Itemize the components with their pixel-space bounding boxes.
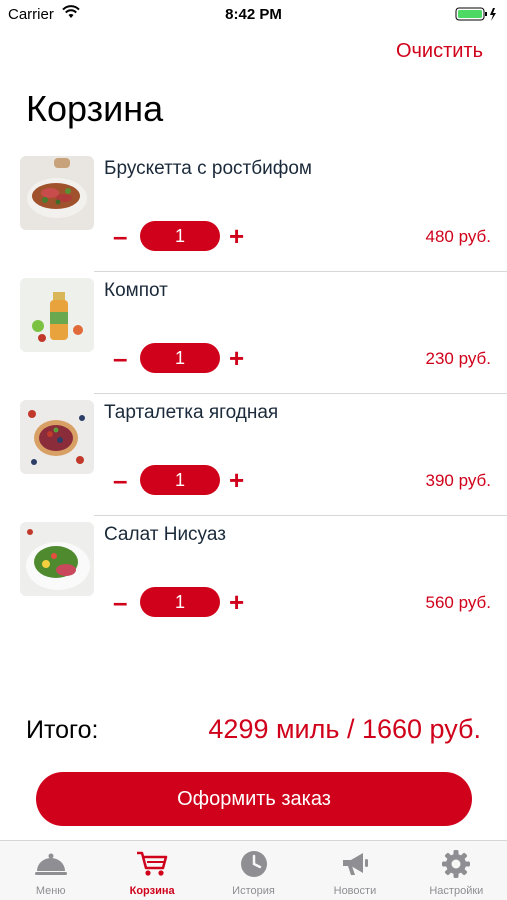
product-name: Брускетта с ростбифом (104, 158, 312, 179)
quantity-value: 1 (140, 465, 220, 495)
product-image (20, 400, 94, 474)
cart-item: Салат Нисуаз – 1 + 560 руб. (0, 516, 507, 638)
product-price: 390 руб. (425, 471, 491, 490)
tab-bar: Меню Корзина История Новости Настройки (0, 840, 507, 900)
increase-quantity-button[interactable]: + (229, 222, 244, 250)
battery-icon (455, 6, 499, 22)
clock-time: 8:42 PM (225, 6, 282, 23)
quantity-value: 1 (140, 587, 220, 617)
cart-item: Тарталетка ягодная – 1 + 390 руб. (0, 394, 507, 516)
product-name: Компот (104, 280, 168, 301)
page-title: Корзина (26, 88, 164, 129)
increase-quantity-button[interactable]: + (229, 344, 244, 372)
tab-label: Корзина (129, 885, 175, 897)
quantity-value: 1 (140, 221, 220, 251)
status-bar: Carrier 8:42 PM (0, 0, 507, 28)
cart-icon (135, 849, 169, 879)
product-image (20, 156, 94, 230)
tab-menu[interactable]: Меню (0, 841, 101, 900)
tab-label: Меню (35, 885, 66, 897)
decrease-quantity-button[interactable]: – (113, 222, 127, 250)
product-image (20, 278, 94, 352)
increase-quantity-button[interactable]: + (229, 466, 244, 494)
decrease-quantity-button[interactable]: – (113, 588, 127, 616)
product-image (20, 522, 94, 596)
product-price: 480 руб. (425, 227, 491, 246)
product-name: Тарталетка ягодная (104, 402, 279, 423)
place-order-button[interactable]: Оформить заказ (36, 772, 472, 826)
megaphone-icon (338, 849, 372, 879)
clock-icon (237, 849, 271, 879)
product-price: 560 руб. (425, 593, 491, 612)
total-value: 4299 миль / 1660 руб. (208, 714, 481, 744)
total-label: Итого: (26, 716, 99, 744)
tab-news[interactable]: Новости (304, 841, 405, 900)
cart-item: Компот – 1 + 230 руб. (0, 272, 507, 394)
quantity-value: 1 (140, 343, 220, 373)
tab-history[interactable]: История (203, 841, 304, 900)
tab-label: Новости (333, 885, 377, 897)
cart-list: Брускетта с ростбифом – 1 + 480 руб. Ком… (0, 150, 507, 638)
cart-item: Брускетта с ростбифом – 1 + 480 руб. (0, 150, 507, 272)
cloche-icon (34, 849, 68, 879)
decrease-quantity-button[interactable]: – (113, 344, 127, 372)
increase-quantity-button[interactable]: + (229, 588, 244, 616)
tab-label: История (232, 885, 275, 897)
decrease-quantity-button[interactable]: – (113, 466, 127, 494)
product-name: Салат Нисуаз (104, 524, 226, 545)
product-price: 230 руб. (425, 349, 491, 368)
gear-icon (439, 849, 473, 879)
tab-label: Настройки (429, 885, 484, 897)
clear-cart-button[interactable]: Очистить (396, 40, 483, 63)
tab-cart[interactable]: Корзина (101, 841, 202, 900)
tab-settings[interactable]: Настройки (406, 841, 507, 900)
